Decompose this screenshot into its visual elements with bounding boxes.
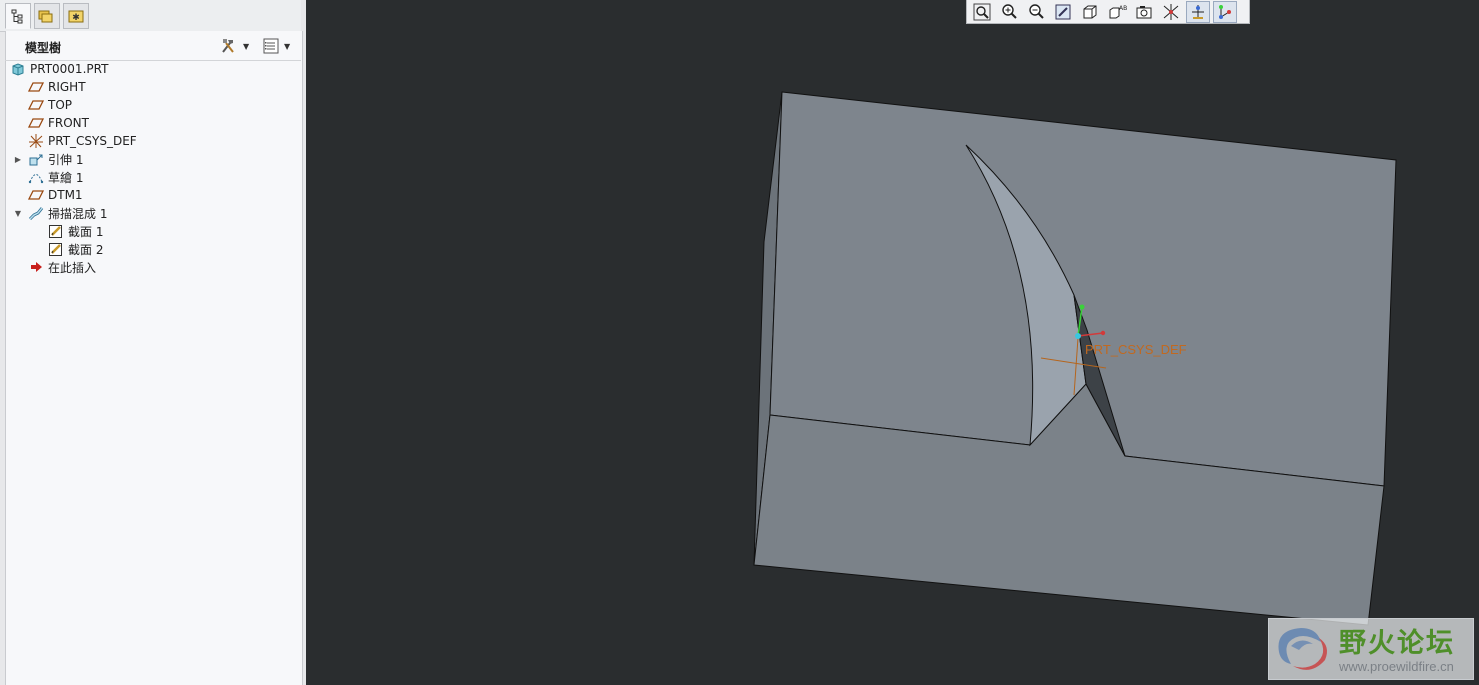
tree-item-swept-blend[interactable]: 掃描混成 1 [28, 204, 107, 222]
annotation-display-button[interactable] [1213, 0, 1237, 23]
zoom-out-button[interactable] [1025, 2, 1047, 22]
svg-text:AB: AB [1119, 5, 1127, 12]
csys-icon [28, 133, 44, 149]
section-icon [48, 241, 64, 257]
tree-item-label: RIGHT [48, 80, 86, 94]
repaint-button[interactable] [1052, 2, 1074, 22]
folder-browser-icon [38, 10, 53, 23]
datum-plane-icon [28, 187, 44, 203]
swept-blend-icon [28, 205, 44, 221]
tree-item-label: 在此插入 [48, 260, 97, 275]
insert-here-arrow-icon [28, 259, 44, 275]
expand-arrow-icon[interactable]: ▶ [13, 150, 23, 168]
watermark: 野火论坛 www.proewildfire.cn [1268, 618, 1474, 680]
view-manager-icon [1136, 5, 1152, 18]
spin-center-icon [1192, 4, 1204, 19]
datum-display-icon [1163, 3, 1179, 20]
tree-item-label: 引伸 1 [48, 152, 84, 167]
tree-item-dtm1[interactable]: DTM1 [28, 186, 83, 204]
graphics-viewport[interactable]: PRT_CSYS_DEF [306, 0, 1479, 685]
chevron-down-icon: ▼ [284, 41, 291, 51]
tree-item-section-1[interactable]: 截面 1 [48, 222, 103, 240]
repaint-icon [1055, 4, 1071, 19]
zoom-in-icon [1002, 3, 1017, 19]
tree-item-label: PRT0001.PRT [30, 62, 109, 76]
tree-header: 模型樹 ▼ ▼ [5, 32, 301, 61]
navigator-tabs: ✱ [0, 0, 301, 32]
zoom-in-button[interactable] [998, 2, 1020, 22]
favorites-icon: ✱ [68, 10, 84, 23]
part-model [753, 91, 1397, 626]
tree-item-label: 掃描混成 1 [48, 206, 108, 221]
forum-logo-icon [1278, 628, 1327, 670]
chevron-down-icon: ▼ [243, 41, 250, 51]
annotation-display-icon [1219, 4, 1231, 19]
model-tree-icon [11, 9, 23, 24]
tree-item-top[interactable]: TOP [28, 96, 72, 114]
tree-item-label: TOP [48, 98, 73, 112]
collapse-arrow-icon[interactable]: ▼ [13, 204, 23, 222]
refit-button[interactable] [971, 2, 993, 22]
tree-title: 模型樹 [25, 41, 62, 55]
refit-icon [973, 3, 991, 20]
tree-item-label: 截面 1 [68, 224, 104, 239]
watermark-url: www.proewildfire.cn [1339, 659, 1454, 674]
section-icon [48, 223, 64, 239]
tree-item-label: 截面 2 [68, 242, 104, 257]
view-manager-button[interactable] [1133, 2, 1155, 22]
tree-item-csys[interactable]: PRT_CSYS_DEF [28, 132, 137, 150]
display-style-button[interactable] [1079, 2, 1101, 22]
saved-orientations-icon: AB [1109, 5, 1127, 18]
tree-item-label: 草繪 1 [48, 170, 84, 185]
view-toolbar: AB [966, 0, 1250, 24]
display-style-icon [1083, 5, 1097, 18]
spin-center-button[interactable] [1186, 0, 1210, 23]
tree-item-label: PRT_CSYS_DEF [48, 134, 137, 148]
tree-item-label: DTM1 [48, 188, 83, 202]
svg-text:✱: ✱ [72, 13, 80, 23]
zoom-out-icon [1029, 3, 1044, 19]
tab-favorites[interactable]: ✱ [63, 3, 89, 29]
part-icon [10, 61, 26, 77]
tree-item-front[interactable]: FRONT [28, 114, 89, 132]
tree-columns-button[interactable]: ▼ [262, 37, 290, 55]
model-tree-panel: ✱ 模型樹 ▼ ▼ PRT0001.PRT RIGHT TOP FRONT PR… [0, 0, 306, 685]
tree-item-sketch[interactable]: 草繪 1 [28, 168, 83, 186]
tree-item-part[interactable]: PRT0001.PRT [10, 60, 108, 78]
tree-item-insert-here[interactable]: 在此插入 [28, 258, 96, 276]
csys-label: PRT_CSYS_DEF [1085, 342, 1187, 357]
tree-item-extrude[interactable]: 引伸 1 [28, 150, 83, 168]
datum-display-button[interactable] [1160, 2, 1182, 22]
extrude-icon [28, 151, 44, 167]
tree-item-section-2[interactable]: 截面 2 [48, 240, 103, 258]
tree-settings-button[interactable]: ▼ [219, 37, 249, 55]
tab-folder-browser[interactable] [34, 3, 60, 29]
tab-model-tree[interactable] [5, 3, 31, 29]
datum-plane-icon [28, 79, 44, 95]
tree-columns-icon [263, 38, 279, 54]
datum-plane-icon [28, 97, 44, 113]
datum-plane-icon [28, 115, 44, 131]
saved-orientations-button[interactable]: AB [1106, 2, 1128, 22]
tree-settings-icon [222, 39, 234, 53]
watermark-text: 野火论坛 [1339, 628, 1455, 659]
tree-item-right[interactable]: RIGHT [28, 78, 86, 96]
tree-item-label: FRONT [48, 116, 89, 130]
sketch-icon [28, 169, 44, 185]
